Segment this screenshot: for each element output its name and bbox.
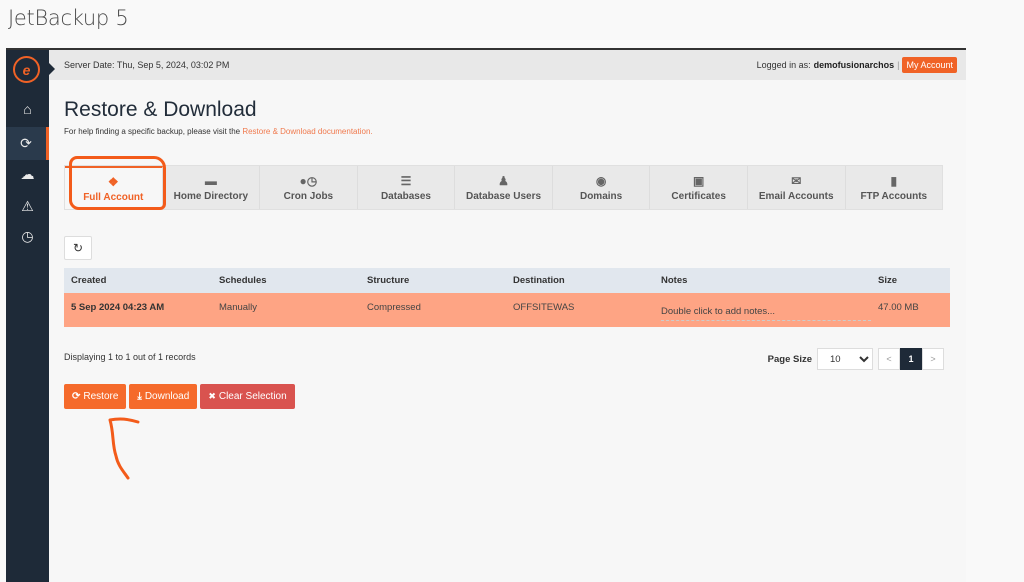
column-structure[interactable]: Structure <box>360 268 506 293</box>
sync-icon: ⟳ <box>20 135 32 151</box>
column-created[interactable]: Created <box>64 268 212 293</box>
records-count: Displaying 1 to 1 out of 1 records <box>64 352 196 362</box>
tab-label: Domains <box>579 190 623 202</box>
tab-certificates[interactable]: ▣ Certificates <box>650 166 748 209</box>
file-icon: ▮ <box>890 173 898 188</box>
tab-label: Cron Jobs <box>283 190 334 202</box>
refresh-button[interactable]: ↻ <box>64 236 92 260</box>
tab-label: Databases <box>380 190 431 202</box>
download-label: Download <box>144 391 190 402</box>
sidebar-item-dashboard[interactable]: ⌂ <box>6 92 49 125</box>
separator: | <box>897 60 900 70</box>
annotation-arrow <box>108 417 140 480</box>
tab-database-users[interactable]: ♟ Database Users <box>455 166 553 209</box>
table-row[interactable]: 5 Sep 2024 04:23 AM Manually Compressed … <box>64 293 950 327</box>
tab-domains[interactable]: ◉ Domains <box>553 166 651 209</box>
cell-size: 47.00 MB <box>878 302 919 313</box>
page-size-label: Page Size <box>767 353 812 365</box>
tab-home-directory[interactable]: ▬ Home Directory <box>163 166 261 209</box>
tab-label: Home Directory <box>173 190 249 202</box>
close-icon: ✖ <box>208 391 216 401</box>
download-button[interactable]: ⤓ Download <box>129 384 198 409</box>
map-marker-icon: ◉ <box>595 173 607 188</box>
user-tie-icon: ♟ <box>498 173 509 188</box>
clock-icon: ◷ <box>21 228 34 244</box>
column-size[interactable]: Size <box>871 268 950 293</box>
tab-full-account[interactable]: ❖ Full Account <box>65 166 163 209</box>
username: demofusionarchos <box>813 60 895 70</box>
cell-destination: OFFSITEWAS <box>513 302 575 313</box>
column-schedules[interactable]: Schedules <box>212 268 360 293</box>
lock-icon: ▣ <box>692 173 705 188</box>
documentation-link[interactable]: Restore & Download documentation. <box>242 127 372 136</box>
help-text: For help finding a specific backup, plea… <box>64 127 951 136</box>
cloud-download-icon: ☁ <box>20 166 35 182</box>
sidebar-pointer <box>49 63 55 75</box>
tab-label: FTP Accounts <box>860 190 928 202</box>
sidebar-item-alerts[interactable]: ⚠ <box>6 190 49 223</box>
warning-icon: ⚠ <box>21 198 34 214</box>
prev-page-button[interactable]: < <box>878 348 900 370</box>
restore-label: Restore <box>83 391 119 402</box>
tab-email-accounts[interactable]: ✉ Email Accounts <box>748 166 846 209</box>
sidebar-item-restore-download[interactable]: ⟳ <box>6 127 49 160</box>
page-heading: Restore & Download <box>64 98 257 121</box>
sidebar-item-queue[interactable]: ◷ <box>6 220 49 253</box>
tab-databases[interactable]: ☰ Databases <box>358 166 456 209</box>
table-header: Created Schedules Structure Destination … <box>64 268 950 293</box>
jetbackup-logo-icon[interactable]: e <box>13 56 40 83</box>
tab-cron-jobs[interactable]: ●◷ Cron Jobs <box>260 166 358 209</box>
server-date: Server Date: Thu, Sep 5, 2024, 03:02 PM <box>64 60 230 70</box>
clear-selection-label: Clear Selection <box>218 391 287 402</box>
envelope-icon: ✉ <box>791 173 802 188</box>
cell-structure: Compressed <box>367 302 421 313</box>
pagination: Page Size 10 < 1 > <box>768 348 944 370</box>
logged-in-label: Logged in as: <box>756 60 811 70</box>
notes-editable[interactable]: Double click to add notes... <box>661 302 871 321</box>
user-clock-icon: ●◷ <box>299 173 318 188</box>
folder-icon: ▬ <box>204 173 217 188</box>
my-account-button[interactable]: My Account <box>902 57 957 73</box>
action-buttons: ⟳ Restore ⤓ Download ✖ Clear Selection <box>64 384 295 409</box>
sidebar-item-downloads[interactable]: ☁ <box>6 158 49 191</box>
app-frame: e ⌂ ⟳ ☁ ⚠ ◷ Server Date: Thu, Sep 5, 202… <box>6 48 966 582</box>
cell-notes[interactable]: Double click to add notes... <box>654 293 871 327</box>
database-icon: ☰ <box>400 173 412 188</box>
tab-ftp-accounts[interactable]: ▮ FTP Accounts <box>846 166 943 209</box>
column-notes[interactable]: Notes <box>654 268 871 293</box>
tab-label: Email Accounts <box>758 190 834 202</box>
page-size-select[interactable]: 10 <box>817 348 873 370</box>
topbar: Server Date: Thu, Sep 5, 2024, 03:02 PM … <box>49 50 966 80</box>
refresh-icon: ↻ <box>72 241 84 255</box>
column-destination[interactable]: Destination <box>506 268 654 293</box>
download-icon: ⤓ <box>137 391 142 402</box>
home-icon: ⌂ <box>23 100 32 117</box>
help-text-prefix: For help finding a specific backup, plea… <box>64 127 243 136</box>
tab-label: Database Users <box>466 190 542 202</box>
category-tabs: ❖ Full Account ▬ Home Directory ●◷ Cron Job… <box>64 165 943 210</box>
backups-table: Created Schedules Structure Destination … <box>64 268 950 327</box>
clear-selection-button[interactable]: ✖ Clear Selection <box>200 384 295 409</box>
cubes-icon: ❖ <box>107 174 119 189</box>
sync-icon: ⟳ <box>72 391 81 402</box>
tab-label: Full Account <box>83 191 144 203</box>
sidebar: e ⌂ ⟳ ☁ ⚠ ◷ <box>6 50 49 582</box>
page-1-button[interactable]: 1 <box>900 348 922 370</box>
main-content: Restore & Download For help finding a sp… <box>64 98 951 480</box>
cell-created: 5 Sep 2024 04:23 AM <box>71 302 165 313</box>
restore-button[interactable]: ⟳ Restore <box>64 384 127 409</box>
window-title: JetBackup 5 <box>8 6 129 30</box>
tab-label: Certificates <box>671 190 726 202</box>
cell-schedules: Manually <box>219 302 258 313</box>
next-page-button[interactable]: > <box>922 348 944 370</box>
